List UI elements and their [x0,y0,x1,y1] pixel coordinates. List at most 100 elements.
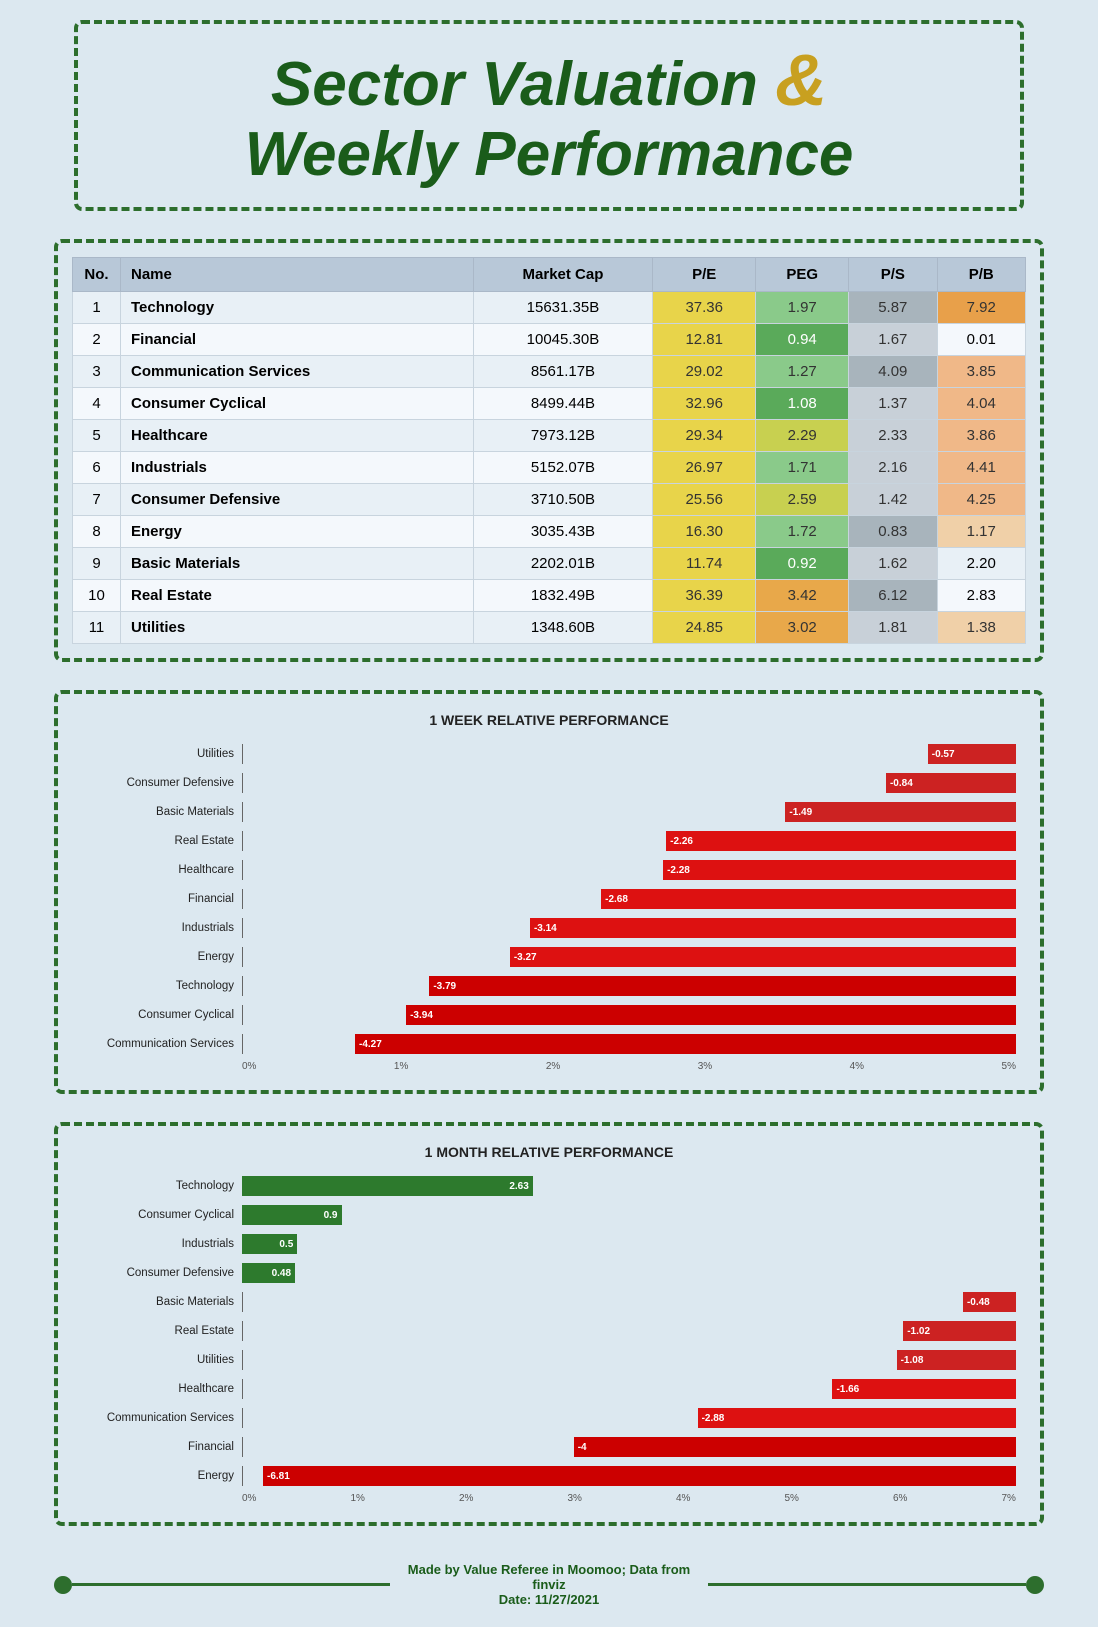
cell-no: 2 [73,324,121,356]
center-axis-line [242,1437,243,1457]
title-line1: Sector Valuation [271,50,758,119]
center-axis-line [242,947,243,967]
bar-label: Communication Services [82,1412,242,1424]
bar-value-label: -0.84 [886,778,913,789]
axis-label: 5% [1002,1061,1016,1072]
chart-bar-row: Communication Services -2.88 [82,1406,1016,1430]
chart-bar-row: Consumer Defensive0.48 [82,1261,1016,1285]
cell-name: Utilities [121,612,474,644]
bar-label: Industrials [82,1238,242,1250]
bar-label: Utilities [82,1354,242,1366]
cell-pe: 29.34 [653,420,756,452]
cell-pe: 37.36 [653,292,756,324]
axis-label: 6% [893,1493,907,1504]
bar-fill: 2.63 [242,1176,533,1196]
cell-marketcap: 1348.60B [473,612,652,644]
bar-value-label: -4 [574,1442,587,1453]
cell-ps: 4.09 [849,356,937,388]
bar-value-label: -0.57 [928,749,955,760]
footer-circle-left [54,1576,72,1594]
cell-marketcap: 3710.50B [473,484,652,516]
chart-bar-row: Financial-4 [82,1435,1016,1459]
bar-container: -0.48 [242,1292,1016,1312]
bar-fill: 0.48 [242,1263,295,1283]
bar-value-label: -1.49 [785,807,812,818]
bar-fill: -1.49 [785,802,1016,822]
footer-circle-right [1026,1576,1044,1594]
chart1-section: 1 WEEK RELATIVE PERFORMANCE Utilities-0.… [54,690,1044,1094]
cell-marketcap: 7973.12B [473,420,652,452]
bar-container: -4.27 [242,1034,1016,1054]
cell-ps: 5.87 [849,292,937,324]
cell-name: Financial [121,324,474,356]
cell-pe: 24.85 [653,612,756,644]
table-row: 9 Basic Materials 2202.01B 11.74 0.92 1.… [73,548,1026,580]
cell-peg: 1.08 [756,388,849,420]
bar-fill: -2.88 [698,1408,1016,1428]
center-axis-line [242,773,243,793]
center-axis-line [242,1034,243,1054]
bar-container: -1.66 [242,1379,1016,1399]
cell-ps: 2.16 [849,452,937,484]
bar-container: -3.94 [242,1005,1016,1025]
axis-label: 4% [676,1493,690,1504]
center-axis-line [242,976,243,996]
col-name: Name [121,258,474,292]
table-row: 1 Technology 15631.35B 37.36 1.97 5.87 7… [73,292,1026,324]
col-peg: PEG [756,258,849,292]
footer: Made by Value Referee in Moomoo; Data fr… [54,1562,1044,1607]
bar-fill: -4.27 [355,1034,1016,1054]
cell-ps: 6.12 [849,580,937,612]
cell-ps: 1.37 [849,388,937,420]
cell-no: 1 [73,292,121,324]
bar-container: -2.88 [242,1408,1016,1428]
bar-container: -6.81 [242,1466,1016,1486]
bar-fill: -2.68 [601,889,1016,909]
chart-bar-row: Real Estate-2.26 [82,829,1016,853]
cell-peg: 0.92 [756,548,849,580]
axis-label: 0% [242,1061,256,1072]
chart-bar-row: Healthcare-1.66 [82,1377,1016,1401]
bar-container: -1.49 [242,802,1016,822]
footer-text: Made by Value Referee in Moomoo; Data fr… [390,1562,708,1607]
center-axis-line [242,1379,243,1399]
bar-fill: -0.84 [886,773,1016,793]
axis-label: 1% [394,1061,408,1072]
center-axis-line [242,831,243,851]
center-axis-line [242,860,243,880]
bar-container: -0.57 [242,744,1016,764]
cell-pb: 3.85 [937,356,1025,388]
cell-name: Consumer Defensive [121,484,474,516]
bar-value-label: -4.27 [355,1039,382,1050]
chart-bar-row: Healthcare-2.28 [82,858,1016,882]
cell-pe: 25.56 [653,484,756,516]
center-axis-line [242,1466,243,1486]
page-title: Sector Valuation & Weekly Performance [108,42,990,189]
chart-bar-row: Technology2.63 [82,1174,1016,1198]
center-axis-line [242,1408,243,1428]
bar-fill: -1.02 [903,1321,1016,1341]
chart-bar-row: Financial-2.68 [82,887,1016,911]
bar-fill: -0.57 [928,744,1016,764]
cell-pb: 3.86 [937,420,1025,452]
cell-peg: 1.27 [756,356,849,388]
footer-date-label: Date: [499,1592,532,1607]
cell-pb: 2.83 [937,580,1025,612]
bar-label: Real Estate [82,1325,242,1337]
footer-date-value: 11/27/2021 [535,1592,599,1607]
cell-no: 8 [73,516,121,548]
bar-fill: -6.81 [263,1466,1016,1486]
bar-fill: -2.28 [663,860,1016,880]
bar-fill: -4 [574,1437,1016,1457]
chart2-bars: Technology2.63Consumer Cyclical0.9Indust… [82,1174,1016,1488]
chart2-section: 1 MONTH RELATIVE PERFORMANCE Technology2… [54,1122,1044,1526]
bar-fill: 0.5 [242,1234,297,1254]
bar-value-label: -1.66 [832,1384,859,1395]
bar-container: -3.14 [242,918,1016,938]
chart2-title: 1 MONTH RELATIVE PERFORMANCE [82,1144,1016,1160]
bar-fill: -3.27 [510,947,1016,967]
table-row: 11 Utilities 1348.60B 24.85 3.02 1.81 1.… [73,612,1026,644]
chart-bar-row: Energy-3.27 [82,945,1016,969]
cell-pe: 12.81 [653,324,756,356]
bar-fill: -0.48 [963,1292,1016,1312]
